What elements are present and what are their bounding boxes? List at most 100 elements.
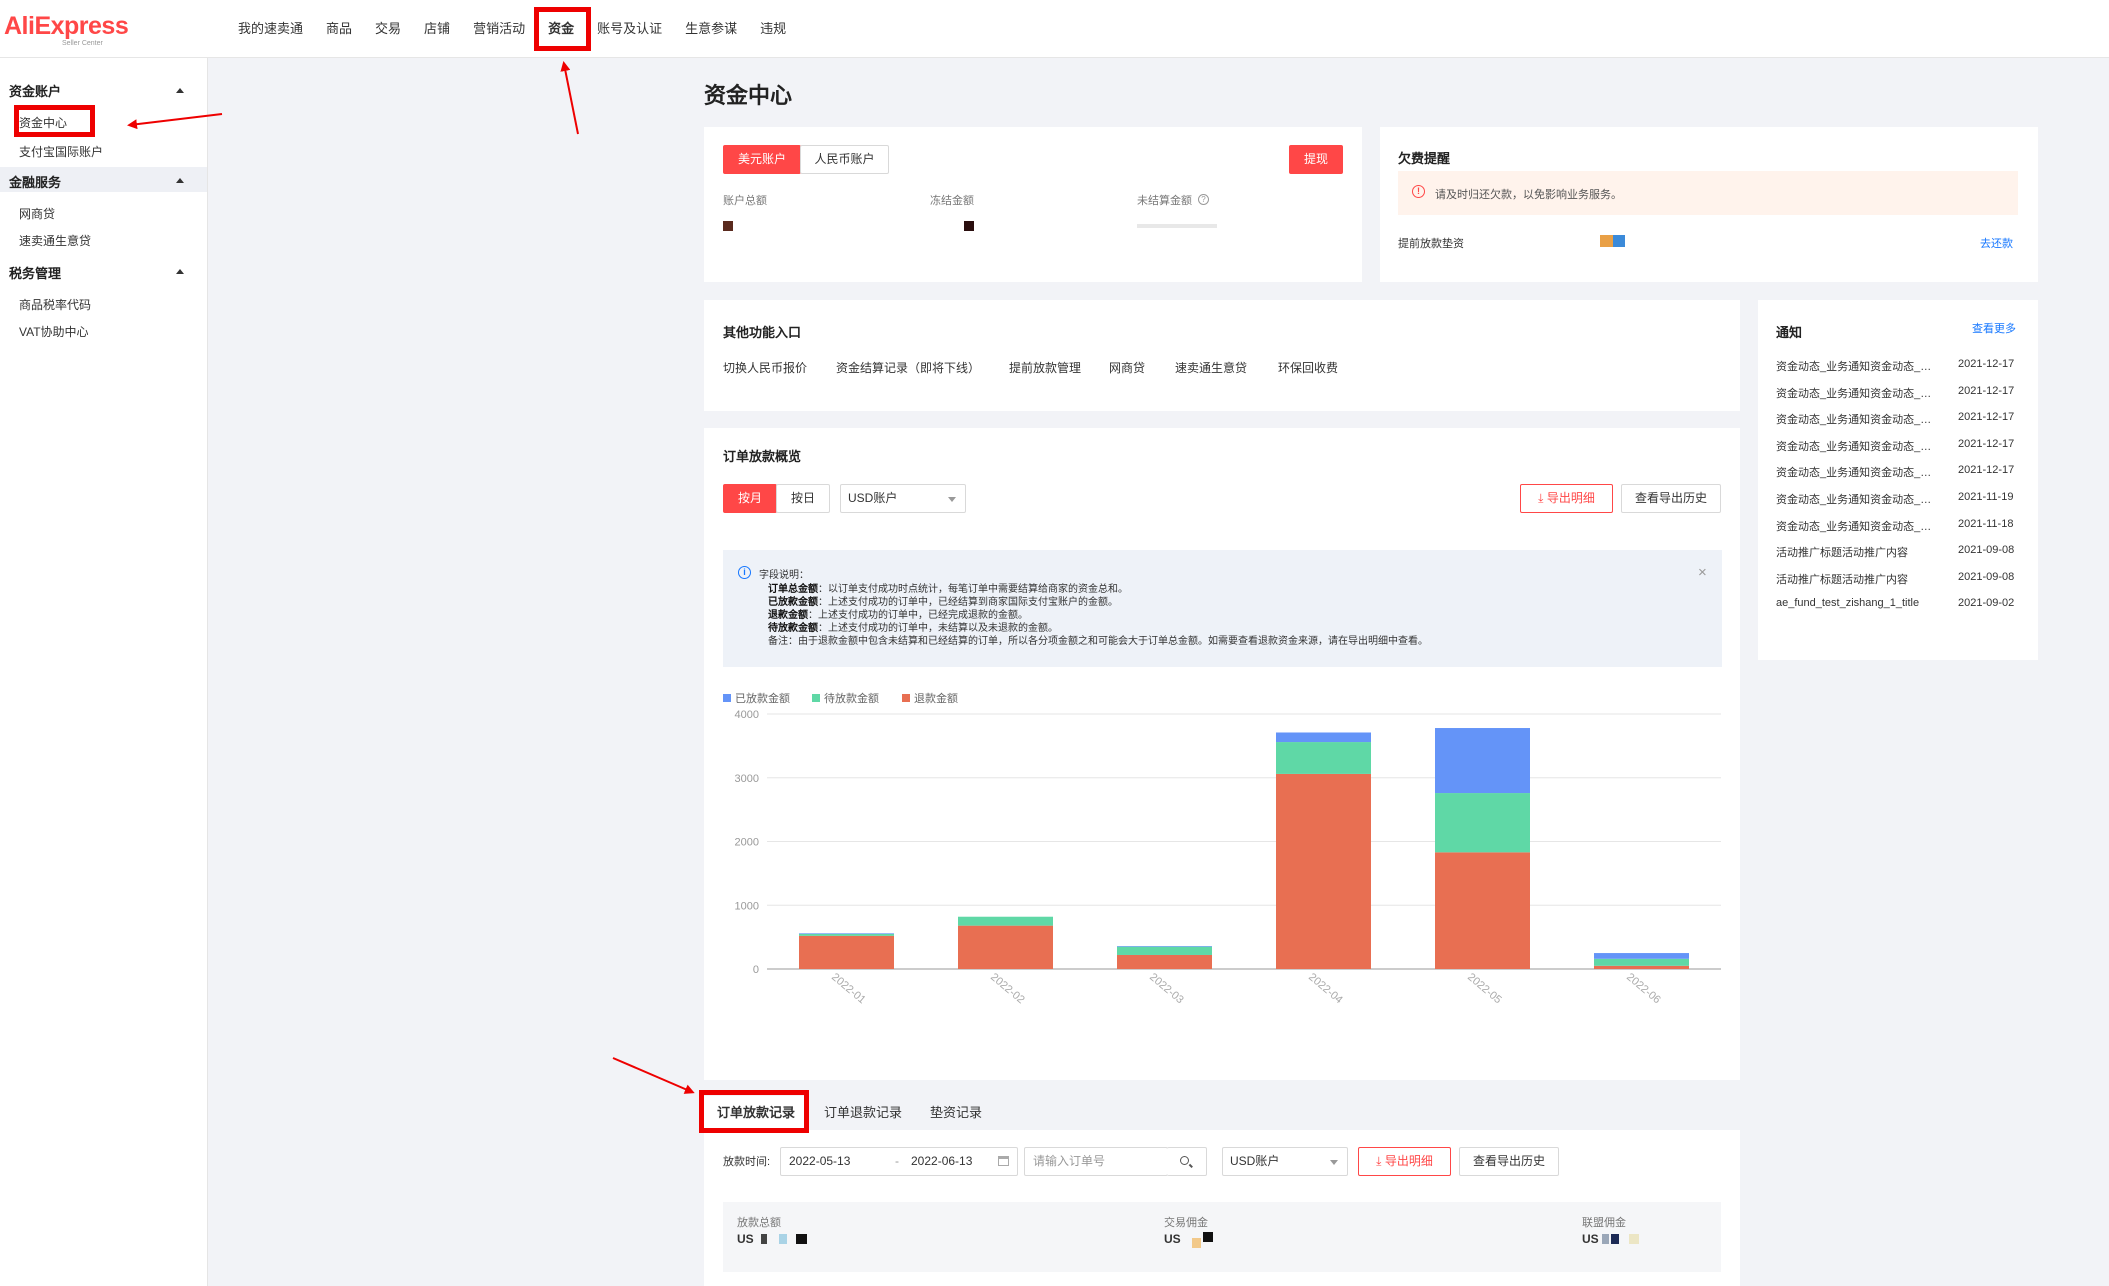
nav-item-marketing[interactable]: 营销活动 <box>473 0 525 58</box>
tab-order-refund-records[interactable]: 订单退款记录 <box>811 1096 915 1130</box>
question-circle-icon[interactable]: ? <box>1198 194 1209 205</box>
notice-item-title[interactable]: 资金动态_业务通知资金动态_业务通知 <box>1776 358 1942 374</box>
currency-select-value: USD账户 <box>848 491 898 505</box>
summary-label-affiliate: 联盟佣金 <box>1582 1217 1626 1229</box>
warning-circle-icon: ! <box>1412 185 1425 198</box>
calendar-icon <box>998 1156 1009 1166</box>
currency-select[interactable]: USD账户 <box>840 484 966 513</box>
notice-item-title[interactable]: 资金动态_业务通知资金动态_业务通知 <box>1776 491 1942 507</box>
link-early-payout[interactable]: 提前放款管理 <box>1009 359 1081 376</box>
other-functions-card: 其他功能入口 切换人民币报价 资金结算记录（即将下线） 提前放款管理 网商贷 速… <box>704 300 1740 411</box>
summary-prefix: US <box>737 1232 754 1246</box>
tab-rmb-account[interactable]: 人民币账户 <box>800 145 889 174</box>
x-tick-label: 2022-05 <box>1465 971 1504 1006</box>
date-range-picker[interactable]: 2022-05-13 - 2022-06-13 <box>780 1147 1018 1176</box>
page-title: 资金中心 <box>704 83 793 108</box>
y-tick-label: 2000 <box>735 837 759 849</box>
view-more-link[interactable]: 查看更多 <box>1972 320 2016 336</box>
notice-item-date: 2021-09-02 <box>1958 597 2015 610</box>
notice-item-title[interactable]: 资金动态_业务通知资金动态_业务通知 <box>1776 438 1942 454</box>
tab-usd-account[interactable]: 美元账户 <box>723 145 801 174</box>
annotation-arrow <box>560 61 579 135</box>
arrears-card: 欠费提醒 ! 请及时归还欠款，以免影响业务服务。 提前放款垫资 去还款 <box>1380 127 2038 282</box>
summary-prefix: US <box>1164 1232 1181 1246</box>
notice-item-title[interactable]: 资金动态_业务通知资金动态_业务通知 <box>1776 411 1942 427</box>
sidebar-item-business-loan[interactable]: 速卖通生意贷 <box>19 232 91 249</box>
collapse-caret-icon[interactable] <box>176 88 184 93</box>
notice-item-date: 2021-09-08 <box>1958 570 2015 583</box>
x-tick-label: 2022-01 <box>829 971 868 1006</box>
chart-bar-segment <box>1594 953 1689 959</box>
field-label-unsettled: 未结算金额 <box>1137 195 1192 207</box>
advance-payment-label: 提前放款垫资 <box>1398 238 1464 250</box>
chart-bar-segment <box>799 935 894 969</box>
notice-item-date: 2021-12-17 <box>1958 437 2015 450</box>
redacted-amount <box>1613 235 1625 247</box>
records-history-button[interactable]: 查看导出历史 <box>1459 1147 1559 1176</box>
redacted-amount <box>723 221 733 231</box>
sidebar-group-finance[interactable]: 金融服务 <box>9 172 61 191</box>
sidebar-item-vat-help[interactable]: VAT协助中心 <box>19 323 89 340</box>
nav-item-violations[interactable]: 违规 <box>760 0 786 58</box>
tab-by-month[interactable]: 按月 <box>723 484 777 513</box>
chart-bar-segment <box>1276 732 1371 743</box>
export-history-button[interactable]: 查看导出历史 <box>1621 484 1721 513</box>
collapse-caret-icon[interactable] <box>176 178 184 183</box>
sidebar-group-fund-account[interactable]: 资金账户 <box>9 81 61 100</box>
records-summary-panel: 放款总额 US 交易佣金 US 联盟佣金 US <box>723 1202 1721 1272</box>
collapse-caret-icon[interactable] <box>176 269 184 274</box>
redacted-amount <box>1192 1238 1201 1248</box>
tab-by-day[interactable]: 按日 <box>776 484 830 513</box>
sidebar-item-alipay-intl[interactable]: 支付宝国际账户 <box>19 143 103 160</box>
notice-item-title[interactable]: 资金动态_业务通知资金动态_业务通知 <box>1776 464 1942 480</box>
payout-bar-chart: 0 1000 2000 3000 4000 2022-01 2022-02 2022-03 20… <box>735 709 1721 1006</box>
notice-item-title[interactable]: 资金动态_业务通知资金动态_业务通知 <box>1776 385 1942 401</box>
sidebar-item-mybank-loan[interactable]: 网商贷 <box>19 205 55 222</box>
redacted-amount <box>1137 224 1217 228</box>
account-card: 美元账户 人民币账户 提现 账户总额 冻结金额 未结算金额 ? <box>704 127 1362 282</box>
search-button[interactable] <box>1167 1147 1207 1176</box>
link-recycling-fee[interactable]: 环保回收费 <box>1278 359 1338 376</box>
chevron-down-icon <box>1330 1160 1338 1165</box>
x-tick-label: 2022-02 <box>988 971 1027 1006</box>
chart-bar-segment <box>1435 793 1530 853</box>
aliexpress-logo[interactable]: AliExpress Seller Center <box>4 12 129 47</box>
summary-label-commission: 交易佣金 <box>1164 1217 1208 1229</box>
repay-link[interactable]: 去还款 <box>1980 235 2013 251</box>
summary-label-total: 放款总额 <box>737 1217 781 1229</box>
chart-bar-segment <box>1276 742 1371 774</box>
link-settlement-records[interactable]: 资金结算记录（即将下线） <box>836 359 980 376</box>
search-icon-handle <box>1189 1163 1193 1168</box>
x-tick-label: 2022-04 <box>1306 971 1345 1006</box>
order-number-input[interactable]: 请输入订单号 <box>1024 1147 1168 1176</box>
nav-item-my-aliexpress[interactable]: 我的速卖通 <box>238 0 303 58</box>
nav-item-store[interactable]: 店铺 <box>424 0 450 58</box>
redacted-amount <box>1629 1234 1639 1244</box>
y-tick-label: 0 <box>753 964 759 976</box>
link-business-loan[interactable]: 速卖通生意贷 <box>1175 359 1247 376</box>
tab-advance-records[interactable]: 垫资记录 <box>913 1096 999 1130</box>
export-details-button[interactable]: ⤓ 导出明细 <box>1520 484 1613 513</box>
notice-item-date: 2021-11-19 <box>1958 491 2014 503</box>
chart-bar-segment <box>799 933 894 934</box>
records-export-button[interactable]: ⤓ 导出明细 <box>1358 1147 1451 1176</box>
records-currency-select[interactable]: USD账户 <box>1222 1147 1348 1176</box>
close-icon[interactable]: × <box>1698 564 1707 581</box>
sidebar-item-tax-code[interactable]: 商品税率代码 <box>19 296 91 313</box>
withdraw-button[interactable]: 提现 <box>1289 145 1343 174</box>
date-separator: - <box>895 1154 899 1168</box>
notice-item-title[interactable]: ae_fund_test_zishang_1_title <box>1776 597 1942 609</box>
link-switch-rmb-quote[interactable]: 切换人民币报价 <box>723 359 807 376</box>
notice-item-title[interactable]: 活动推广标题活动推广内容 <box>1776 571 1942 587</box>
nav-item-trade[interactable]: 交易 <box>375 0 401 58</box>
notice-item-title[interactable]: 资金动态_业务通知资金动态_业务通知 <box>1776 518 1942 534</box>
annotation-box-funds-nav <box>534 7 591 51</box>
link-mybank-loan[interactable]: 网商贷 <box>1109 359 1145 376</box>
notice-item-date: 2021-11-18 <box>1958 517 2014 530</box>
sidebar-group-tax[interactable]: 税务管理 <box>9 263 61 282</box>
nav-item-account-verification[interactable]: 账号及认证 <box>597 0 662 58</box>
nav-item-products[interactable]: 商品 <box>326 0 352 58</box>
notice-item-title[interactable]: 活动推广标题活动推广内容 <box>1776 544 1942 560</box>
notice-item-date: 2021-12-17 <box>1958 358 2015 370</box>
nav-item-business-advisor[interactable]: 生意参谋 <box>685 0 737 58</box>
